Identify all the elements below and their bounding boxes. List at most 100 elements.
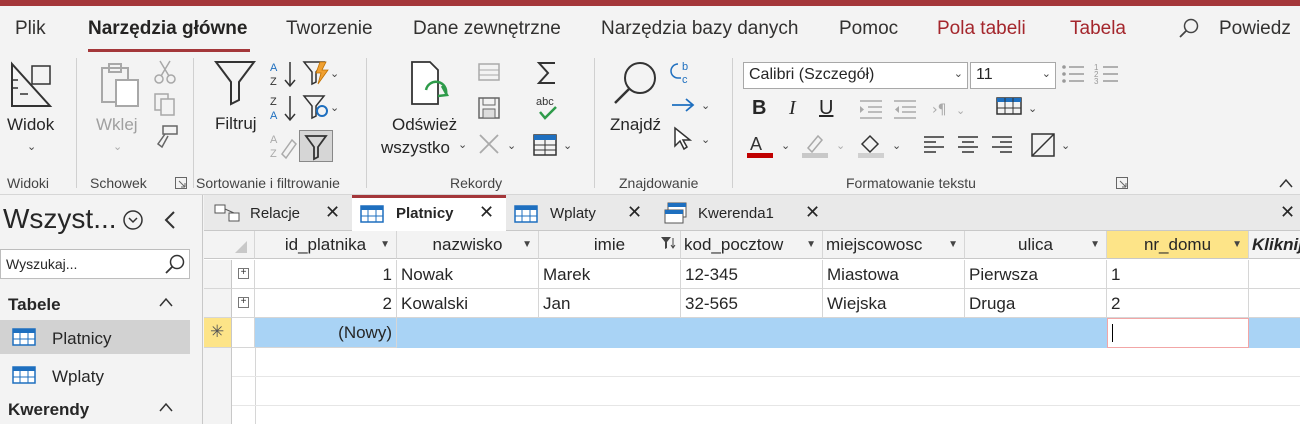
refresh-all-icon[interactable] [408, 60, 452, 113]
table-cell[interactable]: Nowak [397, 260, 539, 289]
table-cell[interactable]: Marek [539, 260, 681, 289]
table-cell[interactable]: 1 [1107, 260, 1249, 289]
active-cell-input[interactable] [1107, 318, 1249, 348]
sort-ascending-icon[interactable]: AZ [270, 60, 298, 93]
table-cell[interactable]: 32-565 [681, 289, 823, 318]
nav-search-input[interactable]: Wyszukaj... [0, 249, 190, 279]
search-icon[interactable] [164, 254, 186, 281]
align-center-icon[interactable] [956, 134, 980, 159]
tab-pola-tabeli[interactable]: Pola tabeli [937, 18, 1026, 40]
close-all-icon[interactable]: ✕ [1280, 202, 1295, 223]
align-right-icon[interactable] [990, 134, 1014, 159]
column-header-ulica[interactable]: ulica ▼ [965, 231, 1107, 259]
tab-narzedzia-bazy-danych[interactable]: Narzędzia bazy danych [601, 18, 799, 40]
record-selector[interactable] [204, 260, 232, 289]
record-selector[interactable] [204, 289, 232, 318]
column-header-imie[interactable]: imie [539, 231, 681, 259]
tab-plik[interactable]: Plik [15, 18, 46, 40]
expand-icon[interactable]: + [238, 297, 249, 308]
filter-button[interactable]: Filtruj [215, 114, 257, 134]
find-icon[interactable] [612, 60, 660, 113]
font-color-icon[interactable]: A ⌄ [747, 132, 797, 165]
nav-section-kwerendy[interactable]: Kwerendy [8, 400, 89, 420]
table-cell[interactable]: Druga [965, 289, 1107, 318]
selection-filter-icon[interactable]: ⌄ [302, 60, 339, 91]
column-header-nazwisko[interactable]: nazwisko ▼ [397, 231, 539, 259]
dropdown-arrow-icon[interactable]: ▼ [1232, 239, 1242, 250]
dropdown-arrow-icon[interactable]: ▼ [806, 239, 816, 250]
dropdown-arrow-icon[interactable]: ▼ [1090, 239, 1100, 250]
alternate-row-color-icon[interactable]: ⌄ [1030, 132, 1076, 163]
dialog-launcher-icon[interactable] [1116, 176, 1128, 194]
find-button[interactable]: Znajdź [610, 115, 661, 135]
underline-button[interactable]: U [819, 97, 833, 120]
select-icon[interactable]: ⌄ [672, 126, 714, 157]
advanced-filter-icon[interactable]: ⌄ [302, 94, 339, 125]
replace-icon[interactable]: bc [670, 60, 696, 91]
column-header-miejscowosc[interactable]: miejscowosc ▼ [823, 231, 965, 259]
dropdown-arrow-icon[interactable]: ▼ [380, 239, 390, 250]
chevron-down-icon[interactable]: ⌄ [1042, 67, 1051, 80]
nav-section-tabele[interactable]: Tabele [8, 295, 61, 315]
table-cell[interactable]: Miastowa [823, 260, 965, 289]
sort-descending-icon[interactable]: ZA [270, 94, 298, 127]
column-header-add-field[interactable]: Kliknij [1249, 231, 1300, 259]
fill-color-icon[interactable]: ⌄ [858, 132, 908, 165]
table-cell-empty[interactable] [1249, 289, 1300, 318]
nav-item-wplaty[interactable]: Wplaty [0, 358, 190, 392]
chevron-up-icon[interactable] [158, 295, 174, 313]
filtered-sort-icon[interactable] [660, 236, 676, 253]
tab-dane-zewnetrzne[interactable]: Dane zewnętrzne [413, 18, 561, 40]
tab-narzedzia-glowne[interactable]: Narzędzia główne [88, 18, 247, 40]
go-to-icon[interactable]: ⌄ [670, 94, 714, 121]
nav-options-icon[interactable] [122, 209, 144, 236]
table-cell[interactable]: 2 [1107, 289, 1249, 318]
format-painter-icon[interactable] [153, 124, 179, 155]
tab-tabela[interactable]: Tabela [1070, 18, 1126, 40]
chevron-down-icon[interactable]: ⌄ [458, 138, 467, 151]
collapse-pane-icon[interactable] [162, 209, 178, 236]
column-header-id-platnika[interactable]: id_platnika ▼ [255, 231, 397, 259]
expand-icon[interactable]: + [238, 268, 249, 279]
nav-pane-title[interactable]: Wszyst... [3, 203, 117, 235]
view-button[interactable]: Widok [7, 115, 54, 135]
align-left-icon[interactable] [922, 134, 946, 159]
doc-tab-relacje[interactable]: Relacje ✕ [204, 195, 352, 231]
table-cell[interactable]: Wiejska [823, 289, 965, 318]
font-name-combo[interactable]: Calibri (Szczegół) ⌄ [743, 62, 968, 89]
chevron-down-icon[interactable]: ⌄ [27, 140, 36, 153]
gridlines-icon[interactable]: ⌄ [995, 96, 1041, 123]
tab-pomoc[interactable]: Pomoc [839, 18, 898, 40]
tab-tworzenie[interactable]: Tworzenie [286, 18, 373, 40]
close-icon[interactable]: ✕ [325, 202, 340, 223]
paste-button[interactable]: Wklej [96, 115, 138, 135]
bold-button[interactable]: B [752, 97, 766, 120]
table-cell[interactable]: 1 [255, 260, 397, 289]
totals-icon[interactable] [536, 60, 558, 91]
table-cell[interactable]: Jan [539, 289, 681, 318]
dropdown-arrow-icon[interactable]: ▼ [522, 239, 532, 250]
toggle-filter-icon[interactable] [299, 130, 333, 162]
font-size-combo[interactable]: 11 ⌄ [970, 62, 1056, 89]
spelling-icon[interactable]: abc [534, 94, 560, 127]
table-cell[interactable]: 12-345 [681, 260, 823, 289]
nav-item-platnicy[interactable]: Platnicy [0, 320, 190, 354]
table-cell[interactable]: Kowalski [397, 289, 539, 318]
doc-tab-wplaty[interactable]: Wplaty ✕ [506, 195, 654, 231]
table-cell-empty[interactable] [1249, 260, 1300, 289]
chevron-up-icon[interactable] [158, 400, 174, 418]
italic-button[interactable]: I [789, 97, 796, 120]
more-records-icon[interactable]: ⌄ [532, 132, 576, 163]
dropdown-arrow-icon[interactable]: ▼ [945, 239, 958, 250]
filter-icon[interactable] [214, 60, 256, 111]
column-header-nr-domu[interactable]: nr_domu ▼ [1107, 231, 1249, 259]
select-all-corner[interactable] [204, 231, 255, 259]
doc-tab-platnicy[interactable]: Platnicy ✕ [352, 195, 506, 231]
tell-me-search[interactable]: Powiedz [1219, 18, 1291, 40]
close-icon[interactable]: ✕ [479, 202, 494, 223]
column-header-kod-pocztowy[interactable]: kod_pocztow ▼ [681, 231, 823, 259]
close-icon[interactable]: ✕ [627, 202, 642, 223]
view-icon[interactable] [10, 60, 54, 113]
close-icon[interactable]: ✕ [805, 202, 820, 223]
chevron-down-icon[interactable]: ⌄ [954, 67, 963, 80]
